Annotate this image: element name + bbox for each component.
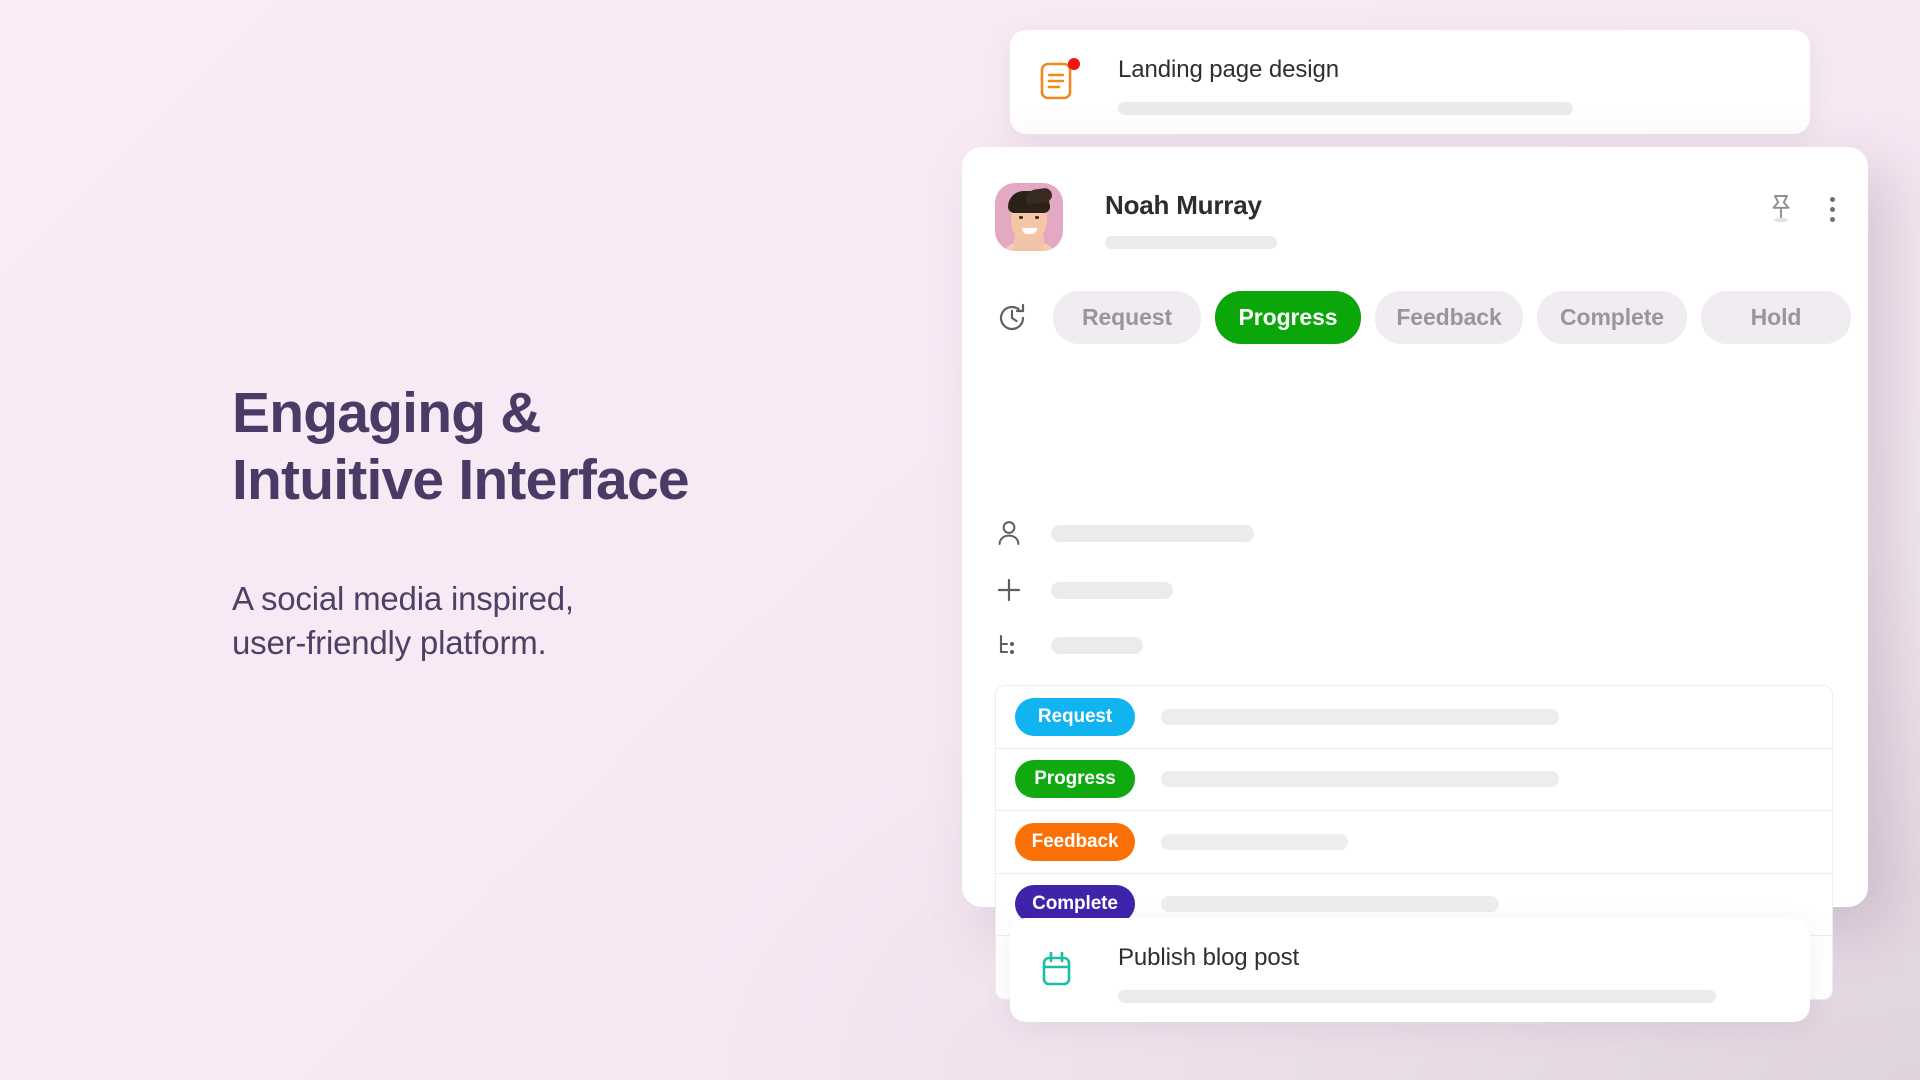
avatar[interactable]	[995, 183, 1063, 251]
publish-blog-post-card[interactable]: Publish blog post	[1010, 918, 1810, 1022]
profile-actions	[1766, 183, 1835, 225]
person-icon	[996, 519, 1026, 547]
status-badge-progress[interactable]: Progress	[1015, 760, 1135, 799]
hero-section: Engaging & Intuitive Interface A social …	[232, 380, 872, 665]
profile-name: Noah Murray	[1105, 190, 1262, 220]
clock-rotate-icon[interactable]	[995, 301, 1029, 335]
placeholder-bar	[1118, 990, 1716, 1003]
task-detail-card: Noah Murray Request Progress Feedback Co…	[962, 147, 1868, 1000]
placeholder-bar	[1161, 771, 1559, 788]
landing-page-design-title: Landing page design	[1118, 56, 1339, 83]
more-options-icon[interactable]	[1830, 196, 1835, 222]
tab-hold[interactable]: Hold	[1701, 291, 1851, 344]
calendar-icon	[1040, 950, 1076, 992]
subtask-row[interactable]	[996, 632, 1143, 658]
tab-complete[interactable]: Complete	[1537, 291, 1687, 344]
notification-dot	[1068, 58, 1080, 70]
table-row[interactable]: Feedback	[996, 811, 1832, 874]
plus-icon	[996, 577, 1026, 603]
placeholder-bar	[1051, 524, 1254, 542]
placeholder-bar	[1161, 833, 1348, 850]
assignee-row[interactable]	[996, 519, 1254, 547]
placeholder-bar	[1105, 236, 1277, 249]
placeholder-bar	[1161, 708, 1559, 725]
placeholder-bar	[1051, 581, 1173, 599]
placeholder-bar	[1118, 102, 1573, 115]
page-title: Engaging & Intuitive Interface	[232, 381, 690, 513]
landing-page-design-body: Landing page design	[1118, 56, 1780, 115]
table-row[interactable]: Progress	[996, 749, 1832, 811]
publish-blog-post-title: Publish blog post	[1118, 944, 1300, 971]
profile-header: Noah Murray	[995, 183, 1835, 253]
landing-page-design-card[interactable]: Landing page design	[1010, 30, 1810, 134]
add-row[interactable]	[996, 577, 1173, 603]
pin-icon[interactable]	[1766, 193, 1796, 225]
publish-blog-post-body: Publish blog post	[1118, 944, 1780, 1003]
table-row[interactable]: Request	[996, 686, 1832, 749]
tab-feedback[interactable]: Feedback	[1375, 291, 1523, 344]
profile-text: Noah Murray	[1105, 183, 1277, 249]
status-badge-feedback[interactable]: Feedback	[1015, 822, 1135, 861]
status-tabs: Request Progress Feedback Complete Hold	[1053, 291, 1851, 344]
placeholder-bar	[1051, 636, 1143, 654]
status-badge-request[interactable]: Request	[1015, 697, 1135, 736]
status-tab-row: Request Progress Feedback Complete Hold	[995, 291, 1851, 344]
document-lines-icon	[1040, 58, 1080, 104]
tab-progress[interactable]: Progress	[1215, 291, 1361, 344]
page-subtitle: A social media inspired, user-friendly p…	[232, 579, 574, 661]
subtask-hierarchy-icon	[996, 632, 1026, 658]
placeholder-bar	[1161, 896, 1499, 913]
tab-request[interactable]: Request	[1053, 291, 1201, 344]
